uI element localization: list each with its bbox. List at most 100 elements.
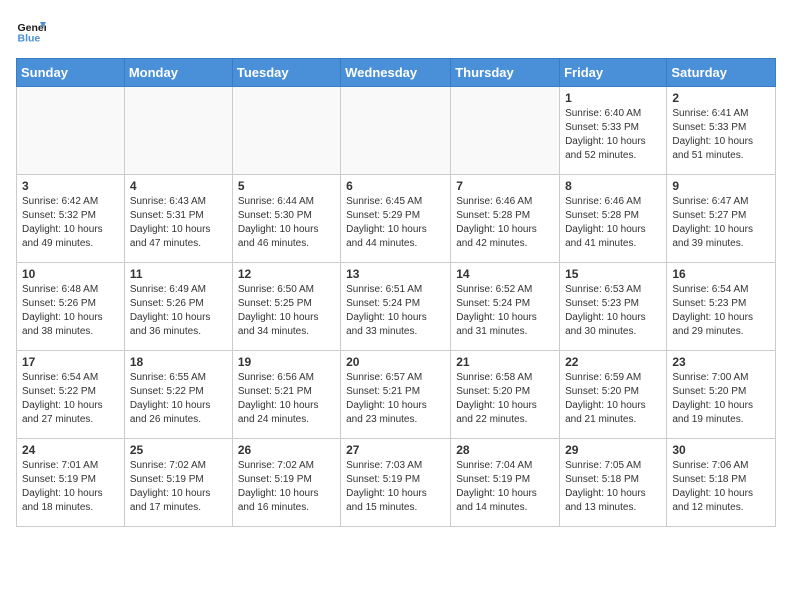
day-number: 19 [238, 355, 335, 369]
calendar-day-cell: 19 Sunrise: 6:56 AM Sunset: 5:21 PM Dayli… [232, 351, 340, 439]
calendar-day-cell [17, 87, 125, 175]
calendar-week-row: 24 Sunrise: 7:01 AM Sunset: 5:19 PM Dayli… [17, 439, 776, 527]
calendar-week-row: 3 Sunrise: 6:42 AM Sunset: 5:32 PM Daylig… [17, 175, 776, 263]
day-number: 12 [238, 267, 335, 281]
day-number: 27 [346, 443, 445, 457]
calendar-day-cell: 8 Sunrise: 6:46 AM Sunset: 5:28 PM Daylig… [560, 175, 667, 263]
day-info: Sunrise: 6:46 AM Sunset: 5:28 PM Dayligh… [456, 195, 554, 251]
day-number: 26 [238, 443, 335, 457]
day-info: Sunrise: 6:54 AM Sunset: 5:22 PM Dayligh… [22, 371, 119, 427]
day-number: 22 [565, 355, 661, 369]
calendar-day-cell: 27 Sunrise: 7:03 AM Sunset: 5:19 PM Dayli… [341, 439, 451, 527]
day-number: 10 [22, 267, 119, 281]
logo: General Blue [16, 16, 50, 46]
day-number: 30 [672, 443, 770, 457]
calendar-day-cell: 25 Sunrise: 7:02 AM Sunset: 5:19 PM Dayli… [124, 439, 232, 527]
day-info: Sunrise: 7:03 AM Sunset: 5:19 PM Dayligh… [346, 459, 445, 515]
calendar-day-cell: 6 Sunrise: 6:45 AM Sunset: 5:29 PM Daylig… [341, 175, 451, 263]
calendar-day-cell [124, 87, 232, 175]
calendar-day-cell: 9 Sunrise: 6:47 AM Sunset: 5:27 PM Daylig… [667, 175, 776, 263]
day-info: Sunrise: 6:56 AM Sunset: 5:21 PM Dayligh… [238, 371, 335, 427]
day-info: Sunrise: 7:01 AM Sunset: 5:19 PM Dayligh… [22, 459, 119, 515]
calendar-table: SundayMondayTuesdayWednesdayThursdayFrid… [16, 58, 776, 527]
day-info: Sunrise: 6:45 AM Sunset: 5:29 PM Dayligh… [346, 195, 445, 251]
day-info: Sunrise: 6:58 AM Sunset: 5:20 PM Dayligh… [456, 371, 554, 427]
day-number: 21 [456, 355, 554, 369]
weekday-header: Sunday [17, 59, 125, 87]
day-info: Sunrise: 6:50 AM Sunset: 5:25 PM Dayligh… [238, 283, 335, 339]
weekday-header: Monday [124, 59, 232, 87]
day-number: 11 [130, 267, 227, 281]
day-number: 25 [130, 443, 227, 457]
calendar-day-cell: 29Sunrise: 7:05 AM Sunset: 5:18 PM Dayli… [560, 439, 667, 527]
day-info: Sunrise: 7:00 AM Sunset: 5:20 PM Dayligh… [672, 371, 770, 427]
day-number: 2 [672, 91, 770, 105]
calendar-week-row: 17 Sunrise: 6:54 AM Sunset: 5:22 PM Dayli… [17, 351, 776, 439]
day-number: 7 [456, 179, 554, 193]
calendar-day-cell: 26 Sunrise: 7:02 AM Sunset: 5:19 PM Dayli… [232, 439, 340, 527]
day-info: Sunrise: 6:59 AM Sunset: 5:20 PM Dayligh… [565, 371, 661, 427]
weekday-header: Thursday [451, 59, 560, 87]
calendar-day-cell: 28 Sunrise: 7:04 AM Sunset: 5:19 PM Dayli… [451, 439, 560, 527]
calendar-day-cell: 1 Sunrise: 6:40 AM Sunset: 5:33 PM Daylig… [560, 87, 667, 175]
calendar-day-cell: 18 Sunrise: 6:55 AM Sunset: 5:22 PM Dayli… [124, 351, 232, 439]
calendar-day-cell: 2Sunrise: 6:41 AM Sunset: 5:33 PM Daylig… [667, 87, 776, 175]
day-number: 9 [672, 179, 770, 193]
day-number: 28 [456, 443, 554, 457]
day-number: 15 [565, 267, 661, 281]
calendar-day-cell: 4 Sunrise: 6:43 AM Sunset: 5:31 PM Daylig… [124, 175, 232, 263]
day-info: Sunrise: 6:40 AM Sunset: 5:33 PM Dayligh… [565, 107, 661, 163]
calendar-week-row: 1 Sunrise: 6:40 AM Sunset: 5:33 PM Daylig… [17, 87, 776, 175]
day-info: Sunrise: 6:55 AM Sunset: 5:22 PM Dayligh… [130, 371, 227, 427]
calendar-day-cell: 13Sunrise: 6:51 AM Sunset: 5:24 PM Dayli… [341, 263, 451, 351]
day-info: Sunrise: 7:06 AM Sunset: 5:18 PM Dayligh… [672, 459, 770, 515]
calendar-day-cell: 24 Sunrise: 7:01 AM Sunset: 5:19 PM Dayli… [17, 439, 125, 527]
day-number: 4 [130, 179, 227, 193]
calendar-week-row: 10 Sunrise: 6:48 AM Sunset: 5:26 PM Dayli… [17, 263, 776, 351]
weekday-header: Tuesday [232, 59, 340, 87]
day-number: 6 [346, 179, 445, 193]
calendar-day-cell: 12 Sunrise: 6:50 AM Sunset: 5:25 PM Dayli… [232, 263, 340, 351]
day-info: Sunrise: 6:57 AM Sunset: 5:21 PM Dayligh… [346, 371, 445, 427]
calendar-day-cell: 23 Sunrise: 7:00 AM Sunset: 5:20 PM Dayli… [667, 351, 776, 439]
day-info: Sunrise: 6:42 AM Sunset: 5:32 PM Dayligh… [22, 195, 119, 251]
day-number: 17 [22, 355, 119, 369]
logo-icon: General Blue [16, 16, 46, 46]
day-info: Sunrise: 6:43 AM Sunset: 5:31 PM Dayligh… [130, 195, 227, 251]
day-number: 3 [22, 179, 119, 193]
calendar-day-cell: 11 Sunrise: 6:49 AM Sunset: 5:26 PM Dayli… [124, 263, 232, 351]
svg-text:Blue: Blue [18, 33, 41, 45]
calendar-day-cell: 22 Sunrise: 6:59 AM Sunset: 5:20 PM Dayli… [560, 351, 667, 439]
day-info: Sunrise: 7:02 AM Sunset: 5:19 PM Dayligh… [238, 459, 335, 515]
calendar-day-cell: 7 Sunrise: 6:46 AM Sunset: 5:28 PM Daylig… [451, 175, 560, 263]
day-number: 8 [565, 179, 661, 193]
day-info: Sunrise: 6:49 AM Sunset: 5:26 PM Dayligh… [130, 283, 227, 339]
day-number: 16 [672, 267, 770, 281]
weekday-header: Saturday [667, 59, 776, 87]
day-info: Sunrise: 7:04 AM Sunset: 5:19 PM Dayligh… [456, 459, 554, 515]
day-info: Sunrise: 6:47 AM Sunset: 5:27 PM Dayligh… [672, 195, 770, 251]
day-info: Sunrise: 6:46 AM Sunset: 5:28 PM Dayligh… [565, 195, 661, 251]
day-info: Sunrise: 6:54 AM Sunset: 5:23 PM Dayligh… [672, 283, 770, 339]
calendar-day-cell: 20Sunrise: 6:57 AM Sunset: 5:21 PM Dayli… [341, 351, 451, 439]
calendar-day-cell: 5Sunrise: 6:44 AM Sunset: 5:30 PM Daylig… [232, 175, 340, 263]
calendar-day-cell [232, 87, 340, 175]
calendar-header-row: SundayMondayTuesdayWednesdayThursdayFrid… [17, 59, 776, 87]
day-number: 5 [238, 179, 335, 193]
calendar-day-cell: 15Sunrise: 6:53 AM Sunset: 5:23 PM Dayli… [560, 263, 667, 351]
calendar-day-cell [451, 87, 560, 175]
day-number: 23 [672, 355, 770, 369]
day-number: 14 [456, 267, 554, 281]
day-number: 1 [565, 91, 661, 105]
day-info: Sunrise: 7:05 AM Sunset: 5:18 PM Dayligh… [565, 459, 661, 515]
page-header: General Blue [16, 16, 776, 46]
day-number: 24 [22, 443, 119, 457]
calendar-day-cell: 16 Sunrise: 6:54 AM Sunset: 5:23 PM Dayli… [667, 263, 776, 351]
calendar-day-cell: 3 Sunrise: 6:42 AM Sunset: 5:32 PM Daylig… [17, 175, 125, 263]
calendar-day-cell: 30 Sunrise: 7:06 AM Sunset: 5:18 PM Dayli… [667, 439, 776, 527]
calendar-day-cell: 14Sunrise: 6:52 AM Sunset: 5:24 PM Dayli… [451, 263, 560, 351]
day-number: 18 [130, 355, 227, 369]
day-info: Sunrise: 7:02 AM Sunset: 5:19 PM Dayligh… [130, 459, 227, 515]
calendar-day-cell: 17 Sunrise: 6:54 AM Sunset: 5:22 PM Dayli… [17, 351, 125, 439]
day-info: Sunrise: 6:48 AM Sunset: 5:26 PM Dayligh… [22, 283, 119, 339]
